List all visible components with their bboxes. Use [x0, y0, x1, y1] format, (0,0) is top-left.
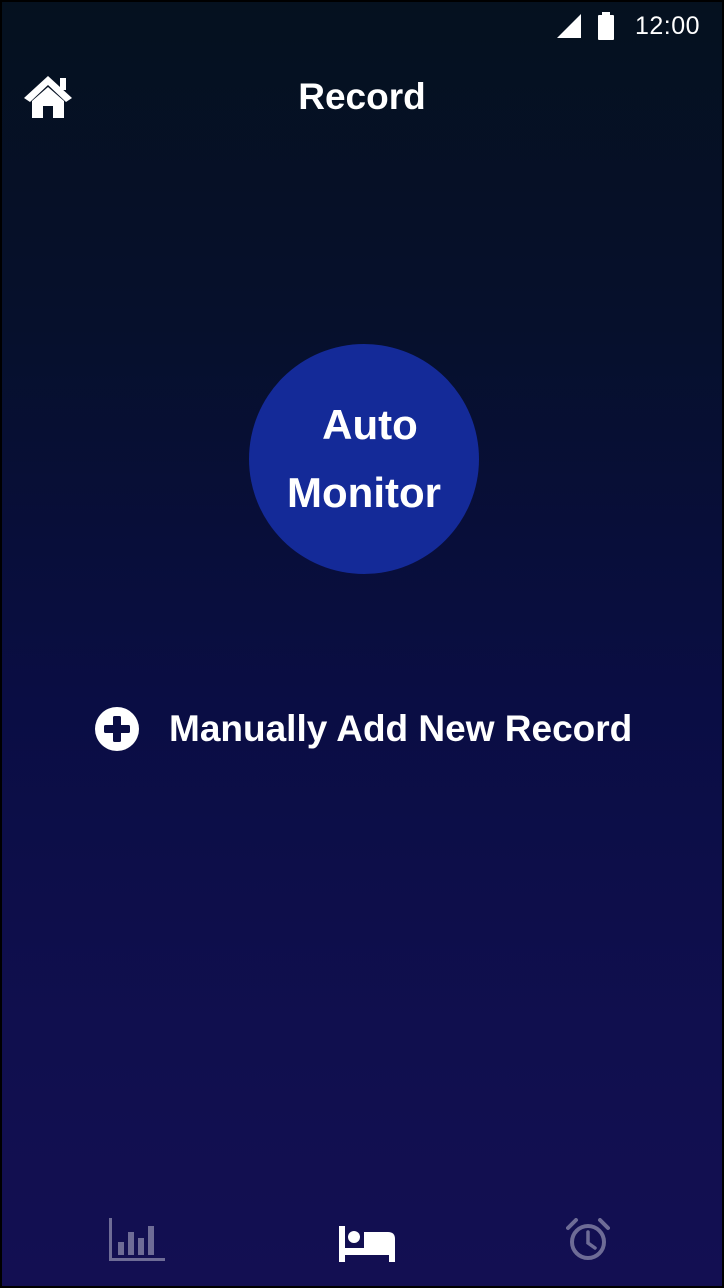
auto-monitor-label-line1: Auto — [322, 401, 418, 448]
alarm-clock-icon — [566, 1218, 610, 1262]
record-screen: 12:00 Record Auto Monitor Manually Add N… — [0, 0, 724, 1288]
manual-add-record-button[interactable]: Manually Add New Record — [94, 704, 632, 754]
nav-item-stats[interactable] — [109, 1218, 165, 1262]
auto-monitor-label-line2: Monitor — [287, 469, 441, 516]
nav-item-sleep[interactable] — [338, 1226, 396, 1262]
plus-circle-icon — [94, 706, 140, 752]
page-title: Record — [298, 76, 426, 117]
battery-icon — [597, 12, 615, 40]
manual-add-label: Manually Add New Record — [169, 708, 633, 749]
status-bar: 12:00 — [556, 2, 722, 50]
nav-item-alarm[interactable] — [566, 1218, 610, 1262]
signal-icon — [556, 14, 581, 38]
home-icon — [22, 74, 74, 120]
status-time: 12:00 — [634, 11, 700, 40]
bed-icon — [338, 1226, 396, 1262]
home-button[interactable] — [22, 74, 74, 122]
bottom-nav — [2, 1196, 722, 1286]
bar-chart-icon — [109, 1218, 165, 1262]
auto-monitor-button[interactable]: Auto Monitor — [249, 344, 479, 574]
